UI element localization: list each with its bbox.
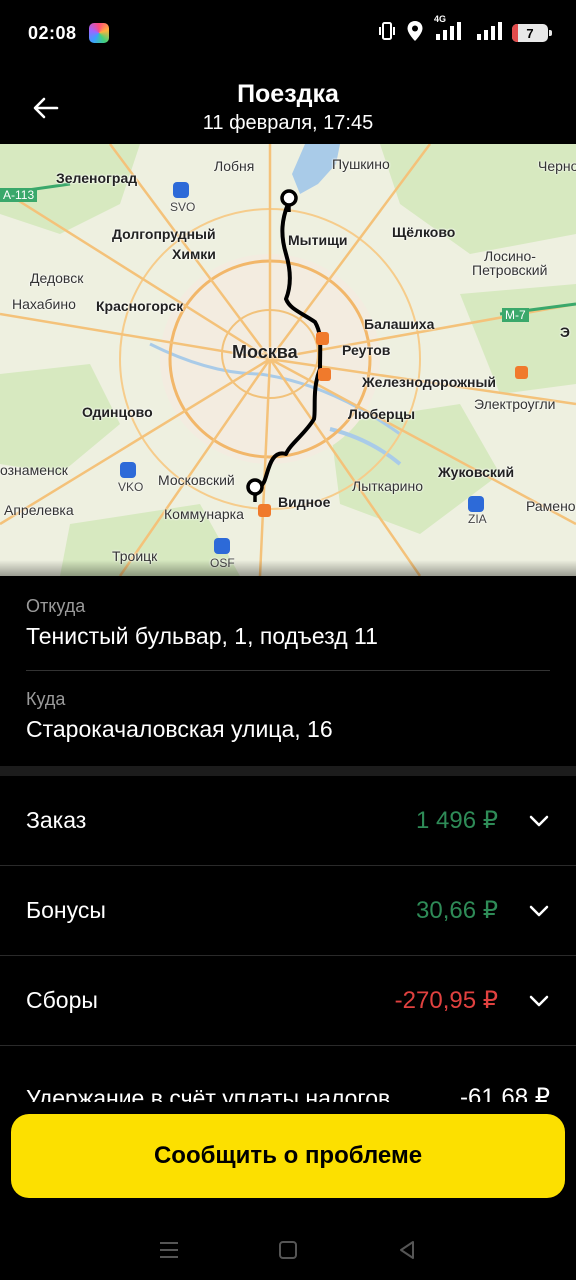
map-label: Апрелевка: [4, 502, 74, 518]
map-label: Долгопрудный: [112, 226, 216, 242]
bonus-label: Бонусы: [26, 897, 106, 923]
from-address: Тенистый бульвар, 1, подъезд 11: [26, 623, 378, 649]
menu-icon[interactable]: [155, 1236, 183, 1264]
map-label: Люберцы: [348, 406, 416, 422]
to-address: Старокачаловская улица, 16: [26, 716, 333, 742]
map-label: Химки: [172, 246, 216, 262]
bonus-row[interactable]: Бонусы 30,66 ₽: [0, 866, 576, 956]
route-card: Откуда Тенистый бульвар, 1, подъезд 11 К…: [0, 576, 576, 766]
map-label: Москва: [232, 342, 298, 362]
map-label: Жуковский: [438, 464, 515, 480]
map-label: Петровский: [472, 262, 548, 278]
status-icons: 4G 7: [378, 14, 552, 47]
map-label: Лобня: [214, 158, 255, 174]
map-label: Э: [560, 324, 570, 340]
trip-date: 11 февраля, 17:45: [202, 112, 374, 134]
from-label: Откуда: [26, 596, 86, 616]
report-problem-button[interactable]: Сообщить о проблеме: [11, 1114, 565, 1198]
page-title: Поездка: [237, 80, 339, 108]
header: Поездка 11 февраля, 17:45: [0, 66, 576, 144]
chevron-down-icon[interactable]: [528, 810, 550, 832]
map-label: Черно: [538, 158, 576, 174]
map-label: Видное: [278, 494, 331, 510]
status-bar: 02:08 4G 7: [0, 0, 576, 66]
location-icon: [406, 20, 424, 47]
map-label: Нахабино: [12, 296, 76, 312]
map-label: Щёлково: [392, 224, 456, 240]
back-icon[interactable]: [393, 1236, 421, 1264]
map-label: Электроугли: [474, 396, 556, 412]
map-label: Зеленоград: [56, 170, 138, 186]
map-label: Дедовск: [30, 270, 84, 286]
to-label: Куда: [26, 689, 66, 709]
map-label: ZIA: [468, 512, 487, 526]
road-badge: A-113: [0, 188, 38, 202]
tax-row: Удержание в счёт уплаты налогов -61,68 ₽: [0, 1046, 576, 1106]
map-fade: [0, 560, 576, 576]
fees-row[interactable]: Сборы -270,95 ₽: [0, 956, 576, 1046]
signal-4g-icon: 4G: [434, 14, 466, 47]
map-label: Коммунарка: [164, 506, 244, 522]
system-nav-bar: [0, 1220, 576, 1280]
map-label: Одинцово: [82, 404, 153, 420]
order-label: Заказ: [26, 807, 87, 833]
app-notification-icon: [88, 23, 109, 43]
map-label: Балашиха: [364, 316, 435, 332]
status-time: 02:08: [28, 22, 77, 43]
order-row[interactable]: Заказ 1 496 ₽: [0, 776, 576, 866]
bottom-area: Сообщить о проблеме: [0, 1102, 576, 1280]
road-badge: М-7: [502, 308, 529, 322]
fees-label: Сборы: [26, 987, 98, 1013]
map-label: Пушкино: [332, 156, 390, 172]
route-map[interactable]: Зеленоград Лобня Пушкино Черно A-113 SVO…: [0, 144, 576, 576]
divider: [26, 670, 550, 671]
section-gap: [0, 766, 576, 776]
network-type: 4G: [434, 13, 447, 24]
battery-level: 7: [526, 25, 534, 41]
bonus-amount: 30,66 ₽: [416, 897, 498, 924]
fees-amount: -270,95 ₽: [394, 987, 498, 1014]
vibrate-icon: [378, 21, 396, 46]
signal-icon: [476, 20, 502, 47]
map-label: Мытищи: [288, 232, 348, 248]
order-amount: 1 496 ₽: [416, 807, 498, 834]
map-label: ознаменск: [0, 462, 68, 478]
chevron-down-icon[interactable]: [528, 900, 550, 922]
map-label: VKO: [118, 480, 144, 494]
battery-icon: 7: [512, 24, 552, 42]
map-label: Реутов: [342, 342, 391, 358]
map-label: Железнодорожный: [362, 374, 497, 390]
map-label: Рамено: [526, 498, 576, 514]
chevron-down-icon[interactable]: [528, 990, 550, 1012]
map-label: SVO: [170, 200, 196, 214]
home-icon[interactable]: [274, 1236, 302, 1264]
payment-details: Заказ 1 496 ₽ Бонусы 30,66 ₽ Сборы -270,…: [0, 776, 576, 1106]
map-label: Красногорск: [96, 298, 184, 314]
map-label: Лыткарино: [352, 478, 424, 494]
map-label: Московский: [158, 472, 235, 488]
